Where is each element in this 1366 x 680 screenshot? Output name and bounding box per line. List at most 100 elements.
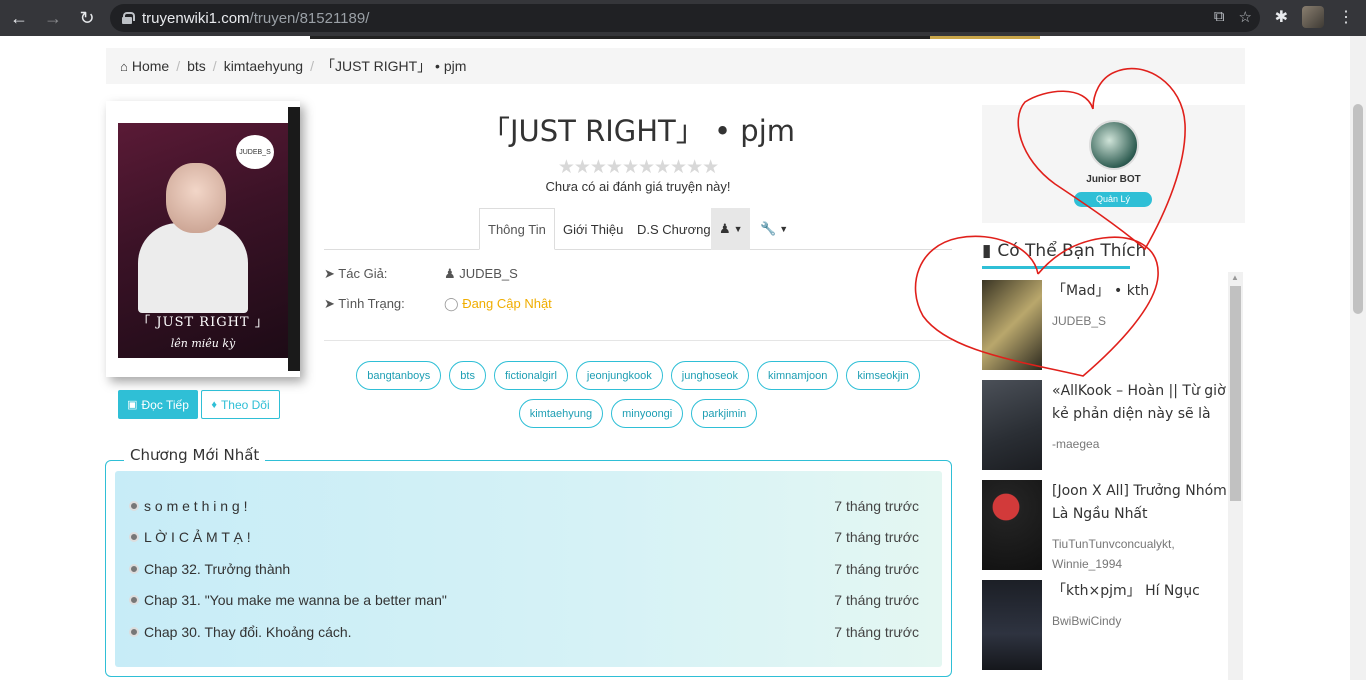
lock-icon bbox=[122, 12, 135, 24]
chapter-title[interactable]: s o m e t h i n g ! bbox=[144, 498, 834, 514]
tag[interactable]: kimseokjin bbox=[846, 361, 920, 390]
extensions-icon[interactable]: ✱ bbox=[1275, 7, 1288, 27]
tag[interactable]: minyoongi bbox=[611, 399, 684, 428]
caret-down-icon: ▼ bbox=[779, 224, 789, 234]
bookmark-star-icon[interactable]: ☆ bbox=[1239, 8, 1252, 26]
spinner-icon: ◯ bbox=[444, 296, 459, 311]
suggestion-author[interactable]: JUDEB_S bbox=[1052, 311, 1106, 331]
chapter-title[interactable]: Chap 30. Thay đổi. Khoảng cách. bbox=[144, 624, 834, 640]
bullet-icon bbox=[129, 595, 139, 605]
tag[interactable]: fictionalgirl bbox=[493, 361, 568, 390]
avatar[interactable] bbox=[1089, 120, 1139, 170]
bullet-icon bbox=[129, 532, 139, 542]
follow-button[interactable]: ♦ Theo Dõi bbox=[201, 390, 280, 419]
breadcrumb: ⌂ Home / bts / kimtaehyung / 「JUST RIGHT… bbox=[106, 48, 1245, 84]
back-icon[interactable]: ← bbox=[4, 3, 34, 33]
address-bar[interactable]: truyenwiki1.com/truyen/81521189/ ⧉ ☆ bbox=[110, 4, 1260, 32]
follow-button-label: Theo Dõi bbox=[220, 397, 270, 412]
tag[interactable]: bangtanboys bbox=[356, 361, 442, 390]
wrench-icon: 🔧 bbox=[760, 221, 777, 236]
latest-chapters-heading: Chương Mới Nhất bbox=[124, 446, 266, 464]
story-title: 「JUST RIGHT」 • pjm bbox=[480, 114, 796, 148]
suggestion-author[interactable]: TiuTunTunvconcualykt, Winnie_1994 bbox=[1052, 534, 1228, 574]
profile-avatar[interactable] bbox=[1302, 6, 1324, 28]
suggestions-heading-label: Có Thể Bạn Thích bbox=[997, 241, 1147, 261]
suggestion-thumbnail[interactable] bbox=[982, 480, 1042, 570]
chapter-row[interactable]: L Ờ I C Ả M T Ạ ! 7 tháng trước bbox=[129, 525, 919, 549]
user-icon: ♟ bbox=[719, 221, 731, 236]
page: ⌂ Home / bts / kimtaehyung / 「JUST RIGHT… bbox=[0, 36, 1350, 680]
chapter-title[interactable]: L Ờ I C Ả M T Ạ ! bbox=[144, 529, 834, 545]
latest-chapters-box: Chương Mới Nhất s o m e t h i n g ! 7 th… bbox=[105, 446, 952, 677]
tab-info[interactable]: Thông Tin bbox=[479, 208, 555, 250]
chapter-time: 7 tháng trước bbox=[834, 592, 919, 608]
menu-kebab-icon[interactable]: ⋮ bbox=[1338, 7, 1354, 27]
suggestion-author[interactable]: -maegea bbox=[1052, 434, 1099, 454]
tab-chapter-list[interactable]: D.S Chương bbox=[629, 208, 719, 250]
caret-down-icon: ▼ bbox=[733, 224, 743, 234]
chapter-row[interactable]: s o m e t h i n g ! 7 tháng trước bbox=[129, 494, 919, 518]
suggestion-title[interactable]: 「kth×pjm」 Hí Ngục bbox=[1052, 580, 1228, 603]
home-icon[interactable]: ⌂ bbox=[120, 59, 128, 74]
rating-stars[interactable]: ★★★★★★★★★★ bbox=[324, 156, 952, 179]
heading-underline bbox=[982, 266, 1130, 269]
author-link[interactable]: JUDEB_S bbox=[459, 266, 518, 281]
story-tabs: Thông Tin Giới Thiệu D.S Chương ♟ ▼ 🔧 ▼ bbox=[324, 208, 952, 250]
chapter-row[interactable]: Chap 31. "You make me wanna be a better … bbox=[129, 588, 919, 612]
bullet-icon bbox=[129, 564, 139, 574]
tab-intro[interactable]: Giới Thiệu bbox=[555, 208, 631, 250]
role-badge: Quản Lý bbox=[1074, 192, 1152, 207]
suggestion-title[interactable]: «AllKook – Hoàn || Từ giờ kẻ phản diện n… bbox=[1052, 380, 1228, 426]
divider bbox=[324, 340, 952, 341]
forward-icon[interactable]: → bbox=[38, 3, 68, 33]
suggestion-title[interactable]: [Joon X All] Trưởng Nhóm Là Ngầu Nhất bbox=[1052, 480, 1228, 526]
chevron-circle-icon: ➤ bbox=[324, 266, 335, 281]
url-host: truyenwiki1.com bbox=[142, 9, 250, 27]
reload-icon[interactable]: ↻ bbox=[72, 3, 102, 33]
read-continue-button[interactable]: ▣ Đọc Tiếp bbox=[118, 390, 198, 419]
suggestions-scrollbar[interactable]: ▲ bbox=[1228, 272, 1243, 680]
cover-title: 「 JUST RIGHT 」 bbox=[137, 315, 269, 330]
chapter-title[interactable]: Chap 32. Trưởng thành bbox=[144, 561, 834, 577]
suggestion-title[interactable]: 「Mad」 • kth bbox=[1052, 280, 1228, 303]
page-scrollbar[interactable] bbox=[1350, 36, 1366, 680]
top-banner[interactable] bbox=[310, 36, 1040, 39]
user-icon: ♟ bbox=[444, 266, 456, 281]
breadcrumb-home[interactable]: Home bbox=[132, 58, 169, 74]
breadcrumb-bts[interactable]: bts bbox=[187, 58, 206, 74]
chapter-time: 7 tháng trước bbox=[834, 498, 919, 514]
share-icon[interactable]: ⧉ bbox=[1214, 8, 1225, 26]
tag[interactable]: jeonjungkook bbox=[575, 361, 663, 390]
tag[interactable]: parkjimin bbox=[691, 399, 758, 428]
suggestion-author[interactable]: BwiBwiCindy bbox=[1052, 611, 1121, 631]
suggestion-thumbnail[interactable] bbox=[982, 380, 1042, 470]
tab-user-dropdown[interactable]: ♟ ▼ bbox=[711, 208, 750, 250]
book-open-icon: ▣ bbox=[127, 399, 138, 411]
suggestions-heading: ▮ Có Thể Bạn Thích bbox=[982, 241, 1146, 261]
scroll-up-icon[interactable]: ▲ bbox=[1231, 273, 1239, 282]
admin-card: Junior BOT Quản Lý bbox=[982, 105, 1245, 223]
suggestion-thumbnail[interactable] bbox=[982, 580, 1042, 670]
chapter-title[interactable]: Chap 31. "You make me wanna be a better … bbox=[144, 592, 834, 608]
admin-name[interactable]: Junior BOT bbox=[982, 174, 1245, 185]
bullet-icon bbox=[129, 627, 139, 637]
chapter-time: 7 tháng trước bbox=[834, 561, 919, 577]
chapter-row[interactable]: Chap 32. Trưởng thành 7 tháng trước bbox=[129, 557, 919, 581]
status-label: Tình Trạng: bbox=[338, 296, 405, 311]
tag[interactable]: kimnamjoon bbox=[757, 361, 839, 390]
chevron-circle-icon: ➤ bbox=[324, 296, 335, 311]
tag[interactable]: kimtaehyung bbox=[518, 399, 604, 428]
read-button-label: Đọc Tiếp bbox=[141, 397, 189, 412]
cover-art: JUDEB_S 「 JUST RIGHT 」 lên miêu kỳ bbox=[118, 123, 288, 358]
chapter-time: 7 tháng trước bbox=[834, 624, 919, 640]
breadcrumb-kimtaehyung[interactable]: kimtaehyung bbox=[224, 58, 303, 74]
suggestion-thumbnail[interactable] bbox=[982, 280, 1042, 370]
tab-tools-dropdown[interactable]: 🔧 ▼ bbox=[752, 208, 796, 250]
tag[interactable]: junghoseok bbox=[670, 361, 750, 390]
cover-subtitle: lên miêu kỳ bbox=[170, 337, 236, 350]
rating-text: Chưa có ai đánh giá truyện này! bbox=[545, 179, 731, 194]
bullet-icon bbox=[129, 501, 139, 511]
chapter-row[interactable]: Chap 30. Thay đổi. Khoảng cách. 7 tháng … bbox=[129, 620, 919, 644]
tag[interactable]: bts bbox=[449, 361, 486, 390]
status-value: Đang Cập Nhật bbox=[462, 296, 552, 311]
